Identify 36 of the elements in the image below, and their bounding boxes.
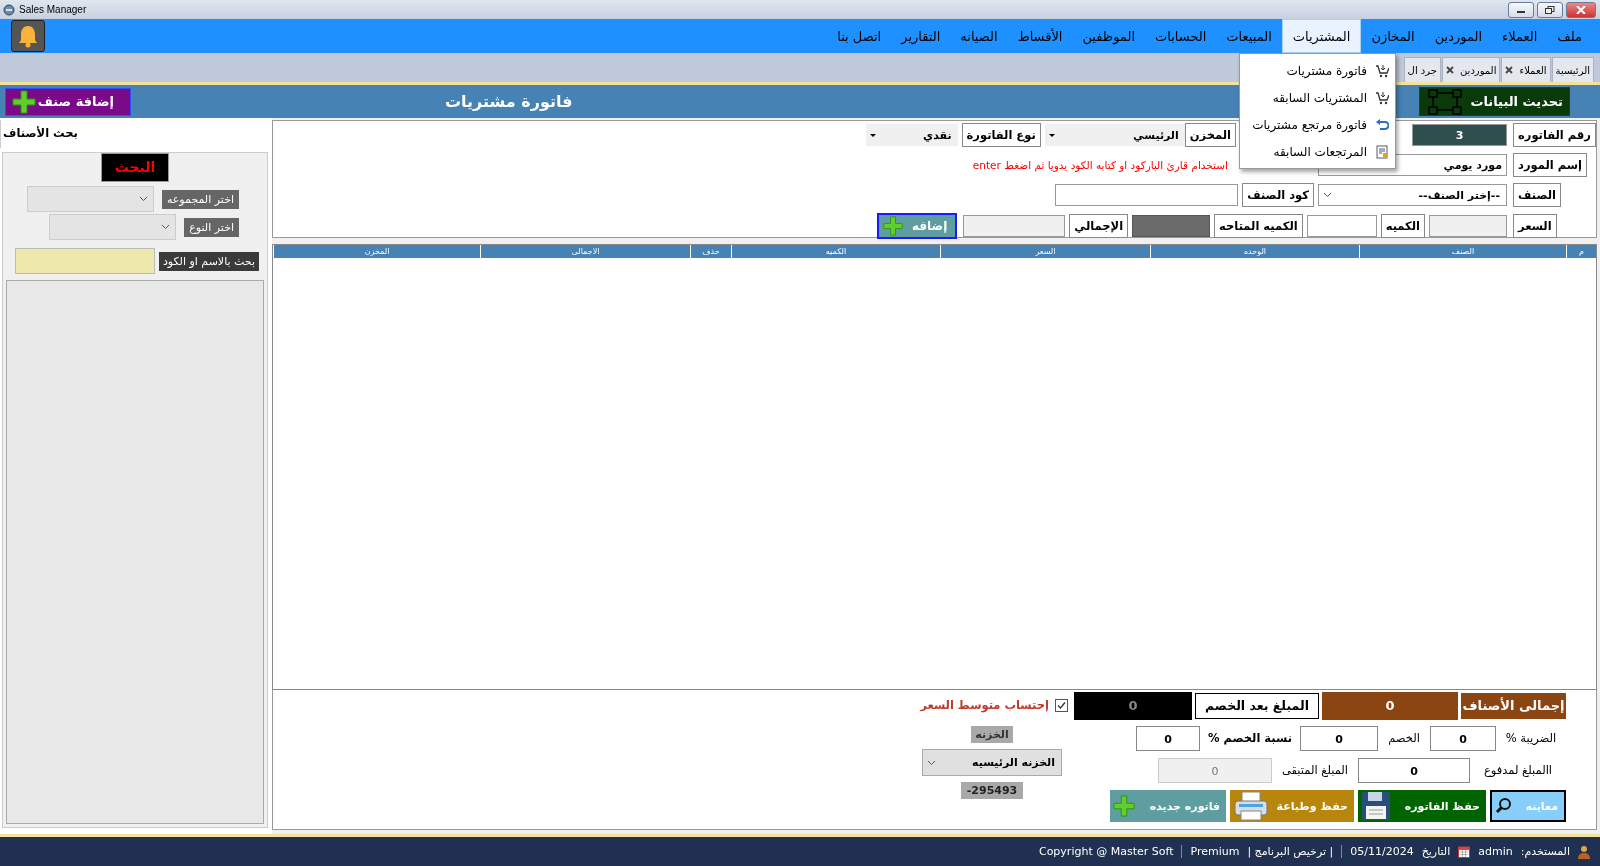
date-label: التاريخ <box>1421 845 1451 858</box>
type-label: اختر النوع <box>184 217 239 237</box>
items-total-value: 0 <box>1322 692 1458 720</box>
field-label: إسم المورد <box>1513 153 1587 177</box>
barcode-hint: استخدام قارئ الباركود او كتابه الكود يدويا ثم اضغط enter <box>972 159 1228 171</box>
date: 05/11/2024 <box>1341 845 1414 858</box>
after-discount-label: المبلغ بعد الخصم <box>1195 693 1319 719</box>
remaining-field: 0 <box>1158 757 1272 783</box>
group-label: اختر المجموعه <box>161 189 239 209</box>
field-label: الصنف <box>1513 183 1561 207</box>
discount-percent-label: نسبة الخصم % <box>1206 731 1294 745</box>
field-label: كود الصنف <box>1242 183 1314 207</box>
window-title: Sales Manager <box>19 4 87 15</box>
field-label: الكميه المتاحه <box>1214 214 1303 238</box>
page-title: فاتورة مشتريات <box>445 92 573 111</box>
copyright: Copyright @ Master Soft <box>1038 845 1174 858</box>
field-label: الإجمالي <box>1069 214 1129 238</box>
items-total-label: إجمالى الأصناف <box>1461 693 1566 719</box>
search-heading: البحث <box>101 153 169 182</box>
discount-label: الخصم <box>1387 731 1421 745</box>
user-name: admin <box>1478 845 1513 858</box>
field-label: المخزن <box>1184 123 1236 147</box>
edition: Premium <box>1181 845 1240 858</box>
search-label: بحث بالاسم او الكود <box>158 251 259 271</box>
field-label: السعر <box>1513 214 1557 238</box>
field-label: نوع الفاتورة <box>961 123 1041 147</box>
field-label: الكميه <box>1380 214 1425 238</box>
field-label: رقم الفاتوره <box>1513 123 1596 147</box>
after-discount-value: 0 <box>1074 692 1192 720</box>
remaining-label: المبلغ المتبقى <box>1280 763 1350 777</box>
safe-label: الخزنه <box>971 726 1013 743</box>
paid-label: االمبلغ لمدفوع <box>1482 763 1554 777</box>
user-label: المستخدم: <box>1520 845 1570 858</box>
tax-label: الضريبة % <box>1504 731 1558 745</box>
safe-balance: 295493- <box>960 782 1024 799</box>
checkbox-label: إحتساب متوسط السعر <box>920 698 1049 712</box>
